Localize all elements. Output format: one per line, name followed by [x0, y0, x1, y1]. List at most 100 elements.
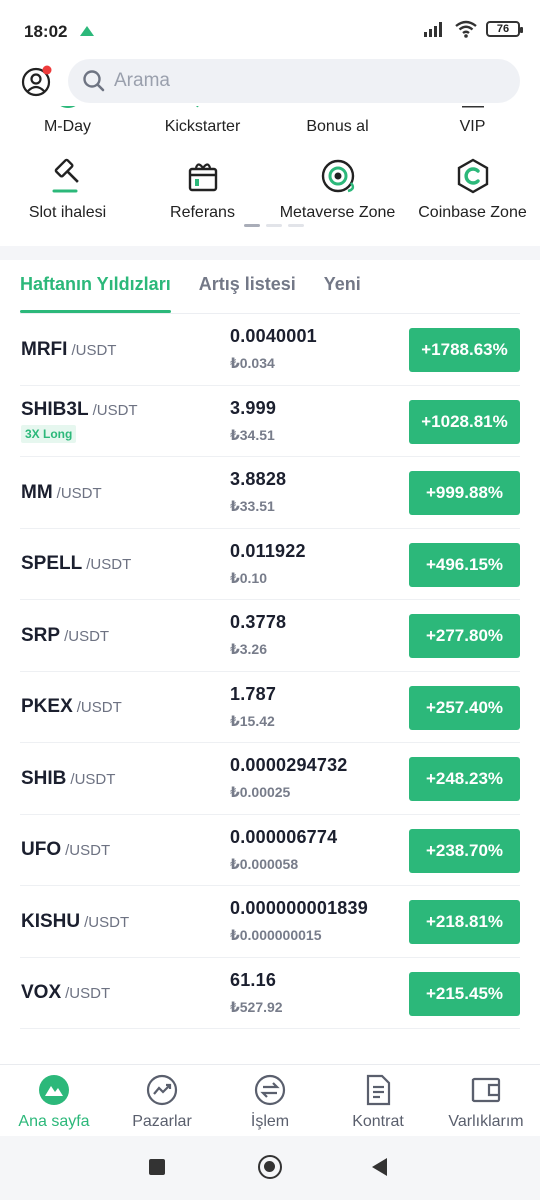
- change-badge[interactable]: +248.23%: [409, 757, 520, 801]
- home-button-icon[interactable]: [258, 1155, 282, 1179]
- nav-assets[interactable]: Varlıklarım: [432, 1065, 540, 1136]
- last-price: 3.999: [230, 397, 277, 418]
- price-cell: 0.000006774 ₺0.000058: [230, 827, 337, 873]
- local-price: ₺0.000000015: [230, 927, 322, 943]
- kickstarter-icon: [186, 106, 220, 110]
- last-price: 0.000006774: [230, 826, 338, 847]
- price-cell: 61.16 ₺527.92: [230, 970, 283, 1016]
- change-badge[interactable]: +496.15%: [409, 542, 520, 587]
- shortcut-mday[interactable]: M-Day: [0, 106, 135, 136]
- last-price: 0.0040001: [230, 326, 317, 346]
- coinbase-icon: [453, 156, 493, 196]
- local-price: ₺34.51: [230, 426, 275, 443]
- pair-name: PKEX/USDT: [21, 672, 122, 743]
- bottom-nav: Ana sayfa Pazarlar İşlem Kontrat Varlıkl…: [0, 1064, 540, 1136]
- section-divider: [0, 246, 540, 260]
- table-row[interactable]: KISHU/USDT 0.000000001839 ₺0.000000015 +…: [20, 886, 520, 958]
- wifi-icon: [455, 20, 477, 38]
- local-price: ₺0.034: [230, 355, 275, 371]
- local-price: ₺0.00025: [230, 784, 291, 800]
- nav-trade[interactable]: İşlem: [216, 1065, 324, 1136]
- pair-quote: /USDT: [65, 985, 111, 1002]
- nav-label: Ana sayfa: [18, 1113, 90, 1130]
- last-price: 0.0000294732: [230, 755, 348, 775]
- table-row[interactable]: SPELL/USDT 0.011922 ₺0.10 +496.15%: [20, 529, 520, 600]
- shortcut-label: Kickstarter: [164, 118, 241, 135]
- table-row[interactable]: SRP/USDT 0.3778 ₺3.26 +277.80%: [20, 600, 520, 672]
- nav-home[interactable]: Ana sayfa: [0, 1065, 108, 1136]
- battery-icon: 76: [486, 21, 523, 37]
- table-row[interactable]: SHIB3L/USDT 3X Long 3.999 ₺34.51 +1028.8…: [20, 386, 520, 457]
- pair-name: SHIB3L/USDT 3X Long: [21, 386, 138, 457]
- top-header: Arama: [0, 58, 540, 106]
- shortcut-label: Slot ihalesi: [28, 204, 107, 221]
- local-price: ₺527.92: [230, 998, 283, 1015]
- market-list: MRFI/USDT 0.0040001 ₺0.034 +1788.63% SHI…: [0, 314, 540, 1029]
- system-nav-bar: [0, 1136, 540, 1200]
- change-badge[interactable]: +277.80%: [409, 614, 520, 658]
- recents-icon[interactable]: [149, 1159, 165, 1175]
- leverage-tag: 3X Long: [21, 425, 77, 443]
- pair-symbol: KISHU: [21, 910, 81, 932]
- wallet-icon: [469, 1073, 503, 1107]
- metaverse-icon: [318, 156, 358, 196]
- gavel-icon: [48, 156, 88, 196]
- change-badge[interactable]: +215.45%: [409, 971, 520, 1016]
- change-badge[interactable]: +999.88%: [409, 471, 520, 515]
- pair-quote: /USDT: [56, 484, 102, 502]
- trade-icon: [253, 1073, 287, 1107]
- change-badge[interactable]: +257.40%: [409, 685, 520, 730]
- profile-avatar-icon[interactable]: [20, 64, 54, 98]
- table-row[interactable]: VOX/USDT 61.16 ₺527.92 +215.45%: [20, 958, 520, 1029]
- pair-quote: /USDT: [86, 556, 132, 573]
- home-icon: [37, 1073, 71, 1107]
- mday-icon: [51, 106, 85, 110]
- shortcut-referral[interactable]: Referans: [135, 156, 270, 222]
- search-input[interactable]: Arama: [68, 59, 520, 103]
- nav-label: Kontrat: [352, 1113, 404, 1130]
- change-badge[interactable]: +218.81%: [409, 900, 520, 944]
- change-badge[interactable]: +1028.81%: [409, 399, 520, 444]
- change-badge[interactable]: +1788.63%: [409, 328, 520, 372]
- table-row[interactable]: MM/USDT 3.8828 ₺33.51 +999.88%: [20, 457, 520, 529]
- last-price: 0.000000001839: [230, 898, 368, 918]
- page-dot: [266, 224, 282, 227]
- page-dot: [244, 224, 260, 227]
- pair-name: SPELL/USDT: [21, 529, 131, 600]
- nav-markets[interactable]: Pazarlar: [108, 1065, 216, 1136]
- table-row[interactable]: UFO/USDT 0.000006774 ₺0.000058 +238.70%: [20, 815, 520, 886]
- change-badge[interactable]: +238.70%: [409, 828, 520, 873]
- tab-weekly-stars[interactable]: Haftanın Yıldızları: [20, 260, 171, 313]
- last-price: 0.3778: [230, 612, 287, 632]
- shortcut-slot-auction[interactable]: Slot ihalesi: [0, 156, 135, 222]
- notification-icon: [80, 26, 94, 36]
- pair-quote: /USDT: [64, 627, 110, 645]
- shortcut-coinbase[interactable]: Coinbase Zone: [405, 156, 540, 222]
- pair-symbol: UFO: [21, 839, 62, 860]
- pair-quote: /USDT: [65, 842, 111, 859]
- table-row[interactable]: PKEX/USDT 1.787 ₺15.42 +257.40%: [20, 672, 520, 743]
- local-price: ₺0.000058: [230, 855, 299, 872]
- last-price: 1.787: [230, 683, 277, 704]
- pair-quote: /USDT: [76, 699, 122, 716]
- table-row[interactable]: MRFI/USDT 0.0040001 ₺0.034 +1788.63%: [20, 314, 520, 386]
- tab-new[interactable]: Yeni: [324, 260, 361, 313]
- tab-gainers[interactable]: Artış listesi: [199, 260, 296, 313]
- nav-label: Varlıklarım: [448, 1113, 524, 1130]
- nav-contract[interactable]: Kontrat: [324, 1065, 432, 1136]
- back-icon[interactable]: [372, 1158, 387, 1176]
- pair-name: MRFI/USDT: [21, 314, 116, 385]
- last-price: 0.011922: [230, 540, 306, 561]
- search-icon: [83, 70, 105, 92]
- signal-icon: [424, 22, 442, 37]
- price-cell: 0.011922 ₺0.10: [230, 541, 306, 587]
- contract-icon: [361, 1073, 395, 1107]
- nav-label: Pazarlar: [132, 1113, 192, 1130]
- local-price: ₺15.42: [230, 712, 275, 729]
- table-row[interactable]: SHIB/USDT 0.0000294732 ₺0.00025 +248.23%: [20, 743, 520, 815]
- shortcut-bonus[interactable]: Bonus al: [270, 106, 405, 136]
- shortcut-vip[interactable]: VIP: [405, 106, 540, 136]
- shortcut-metaverse[interactable]: Metaverse Zone: [270, 156, 405, 222]
- status-time: 18:02: [24, 22, 68, 41]
- shortcut-kickstarter[interactable]: Kickstarter: [135, 106, 270, 136]
